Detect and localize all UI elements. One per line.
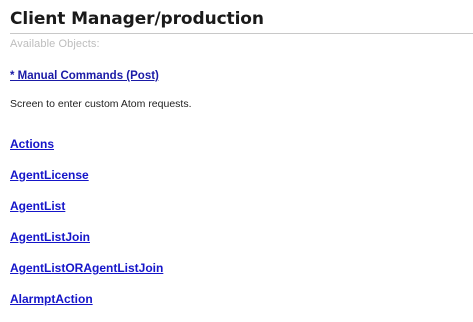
- object-link-agentlistoragentlistjoin[interactable]: AgentListORAgentListJoin: [10, 261, 163, 275]
- object-link-agentlistjoin[interactable]: AgentListJoin: [10, 230, 90, 244]
- object-link-agentlist[interactable]: AgentList: [10, 199, 65, 213]
- title-divider: [10, 33, 473, 34]
- list-item: Actions: [10, 136, 163, 167]
- page-header: Client Manager/production: [10, 9, 473, 34]
- object-link-actions[interactable]: Actions: [10, 137, 54, 151]
- list-item: AgentListORAgentListJoin: [10, 260, 163, 291]
- list-item: AgentListJoin: [10, 229, 163, 260]
- object-link-agentlicense[interactable]: AgentLicense: [10, 168, 89, 182]
- list-item: AlarmptAction: [10, 291, 163, 322]
- page-title: Client Manager/production: [10, 9, 264, 29]
- available-objects-label: Available Objects:: [10, 38, 100, 50]
- list-item: AgentList: [10, 198, 163, 229]
- object-link-alarmptaction[interactable]: AlarmptAction: [10, 292, 93, 306]
- list-item: AgentLicense: [10, 167, 163, 198]
- manual-commands-description: Screen to enter custom Atom requests.: [10, 98, 192, 110]
- object-list: Actions AgentLicense AgentList AgentList…: [10, 136, 163, 322]
- manual-commands-link[interactable]: * Manual Commands (Post): [10, 70, 159, 82]
